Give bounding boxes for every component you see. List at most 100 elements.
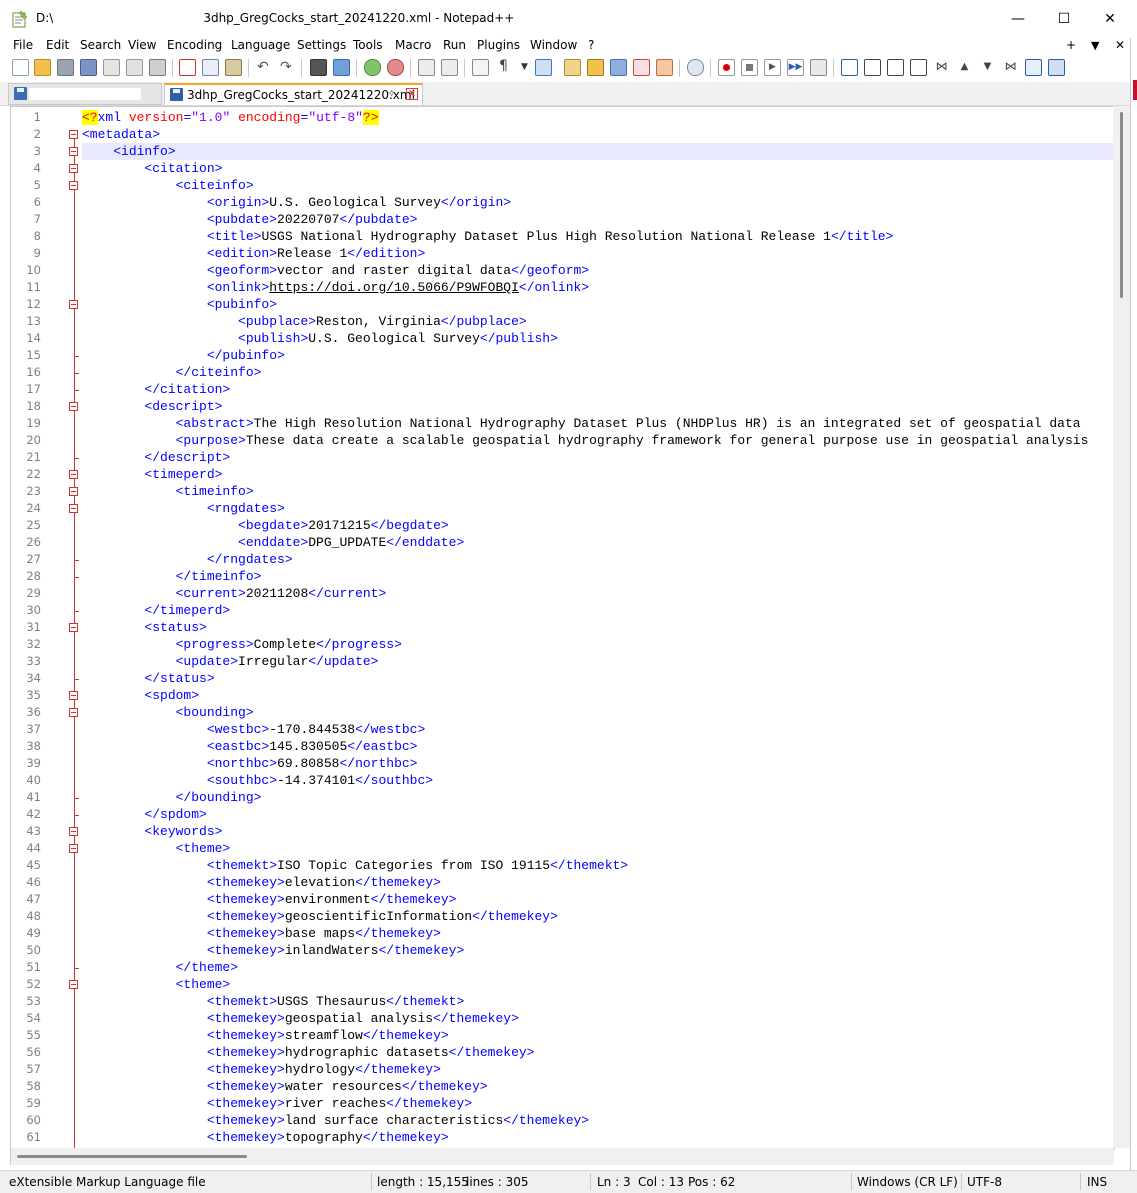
code-line[interactable]: <keywords>: [82, 823, 1114, 840]
menu-tools[interactable]: Tools: [353, 38, 383, 52]
plugin-tool-3-icon[interactable]: [887, 59, 904, 76]
plugin-tool-7-icon[interactable]: [1025, 59, 1042, 76]
code-line[interactable]: <theme>: [82, 840, 1114, 857]
code-line[interactable]: <themekey>streamflow</themekey>: [82, 1027, 1114, 1044]
code-line[interactable]: <themekey>river reaches</themekey>: [82, 1095, 1114, 1112]
copy-icon[interactable]: [202, 59, 219, 76]
menu-encoding[interactable]: Encoding: [167, 38, 222, 52]
horizontal-scroll-thumb[interactable]: [17, 1155, 247, 1158]
code-line[interactable]: </citeinfo>: [82, 364, 1114, 381]
print-icon[interactable]: [149, 59, 166, 76]
code-line[interactable]: <spdom>: [82, 687, 1114, 704]
code-line[interactable]: <themekey>geospatial analysis</themekey>: [82, 1010, 1114, 1027]
menu-plugins[interactable]: Plugins: [477, 38, 520, 52]
menu-macro[interactable]: Macro: [395, 38, 431, 52]
code-line[interactable]: <edition>Release 1</edition>: [82, 245, 1114, 262]
code-line[interactable]: <westbc>-170.844538</westbc>: [82, 721, 1114, 738]
play-macro-icon[interactable]: ▶: [764, 59, 781, 76]
menu-file[interactable]: File: [13, 38, 33, 52]
save-macro-icon[interactable]: [810, 59, 827, 76]
code-line[interactable]: <timeinfo>: [82, 483, 1114, 500]
monitoring-icon[interactable]: [687, 59, 704, 76]
code-line[interactable]: </rngdates>: [82, 551, 1114, 568]
sync-horizontal-icon[interactable]: [441, 59, 458, 76]
code-editor[interactable]: 1 2 3 4 5 6 7 8 9 10 11 12 13 14 15 16 17 18 19 20 21 22 23 24 2…: [10, 106, 1115, 1150]
new-tab-button[interactable]: +: [1066, 38, 1076, 52]
code-line[interactable]: <enddate>DPG_UPDATE</enddate>: [82, 534, 1114, 551]
sync-vertical-icon[interactable]: [418, 59, 435, 76]
plugin-tool-5-icon[interactable]: ⋈: [933, 59, 950, 76]
code-line[interactable]: <rngdates>: [82, 500, 1114, 517]
code-line[interactable]: <pubinfo>: [82, 296, 1114, 313]
plugin-tool-6-icon[interactable]: ⋈: [1002, 59, 1019, 76]
record-macro-icon[interactable]: [718, 59, 735, 76]
close-document-button[interactable]: ✕: [1115, 38, 1125, 52]
fold-toggle-icon[interactable]: [69, 827, 78, 836]
show-all-characters-icon[interactable]: ¶: [495, 59, 512, 76]
code-line[interactable]: <pubdate>20220707</pubdate>: [82, 211, 1114, 228]
code-line[interactable]: <origin>U.S. Geological Survey</origin>: [82, 194, 1114, 211]
code-line[interactable]: <purpose>These data create a scalable ge…: [82, 432, 1114, 449]
menu-settings[interactable]: Settings: [297, 38, 346, 52]
maximize-button[interactable]: ☐: [1041, 0, 1087, 38]
code-line[interactable]: <themekt>USGS Thesaurus</themekt>: [82, 993, 1114, 1010]
move-down-icon[interactable]: ▼: [979, 59, 996, 76]
code-line[interactable]: <timeperd>: [82, 466, 1114, 483]
code-line[interactable]: </status>: [82, 670, 1114, 687]
code-line[interactable]: </citation>: [82, 381, 1114, 398]
code-line[interactable]: <themekey>elevation</themekey>: [82, 874, 1114, 891]
close-tab-icon[interactable]: x: [406, 88, 418, 100]
plugin-tool-8-icon[interactable]: [1048, 59, 1065, 76]
code-line[interactable]: <pubplace>Reston, Virginia</pubplace>: [82, 313, 1114, 330]
code-text-area[interactable]: <?xml version="1.0" encoding="utf-8"?> <m…: [82, 107, 1114, 1149]
tab-list-dropdown[interactable]: ▼: [1091, 39, 1099, 52]
code-line[interactable]: <status>: [82, 619, 1114, 636]
fold-toggle-icon[interactable]: [69, 147, 78, 156]
document-map-icon[interactable]: [587, 59, 604, 76]
undo-icon[interactable]: ↶: [256, 59, 273, 76]
menu-language[interactable]: Language: [231, 38, 290, 52]
menu-help[interactable]: ?: [588, 38, 594, 52]
run-macro-multiple-icon[interactable]: ▶▶: [787, 59, 804, 76]
save-icon[interactable]: [57, 59, 74, 76]
menu-window[interactable]: Window: [530, 38, 577, 52]
plugin-tool-2-icon[interactable]: [864, 59, 881, 76]
code-line[interactable]: <descript>: [82, 398, 1114, 415]
function-list-icon[interactable]: [633, 59, 650, 76]
code-line[interactable]: <publish>U.S. Geological Survey</publish…: [82, 330, 1114, 347]
find-icon[interactable]: [310, 59, 327, 76]
folder-as-workspace-icon[interactable]: [656, 59, 673, 76]
code-line[interactable]: <themekey>land surface characteristics</…: [82, 1112, 1114, 1129]
close-file-icon[interactable]: [103, 59, 120, 76]
code-line[interactable]: <themekey>water resources</themekey>: [82, 1078, 1114, 1095]
zoom-in-icon[interactable]: [364, 59, 381, 76]
fold-toggle-icon[interactable]: [69, 708, 78, 717]
code-line[interactable]: </descript>: [82, 449, 1114, 466]
code-line[interactable]: <progress>Complete</progress>: [82, 636, 1114, 653]
code-line[interactable]: <themekey>topography</themekey>: [82, 1129, 1114, 1146]
menu-view[interactable]: View: [128, 38, 156, 52]
word-wrap-icon[interactable]: [472, 59, 489, 76]
vertical-scroll-thumb[interactable]: [1120, 112, 1123, 298]
code-line[interactable]: <theme>: [82, 976, 1114, 993]
code-line[interactable]: <title>USGS National Hydrography Dataset…: [82, 228, 1114, 245]
open-file-icon[interactable]: [34, 59, 51, 76]
code-line[interactable]: <themekt>ISO Topic Categories from ISO 1…: [82, 857, 1114, 874]
fold-toggle-icon[interactable]: [69, 487, 78, 496]
code-line[interactable]: <citation>: [82, 160, 1114, 177]
indent-guide-icon[interactable]: [535, 59, 552, 76]
code-line[interactable]: </timeinfo>: [82, 568, 1114, 585]
redo-icon[interactable]: ↷: [279, 59, 296, 76]
fold-toggle-icon[interactable]: [69, 980, 78, 989]
menu-run[interactable]: Run: [443, 38, 466, 52]
fold-toggle-icon[interactable]: [69, 181, 78, 190]
code-line[interactable]: <themekey>environment</themekey>: [82, 891, 1114, 908]
fold-toggle-icon[interactable]: [69, 300, 78, 309]
close-button[interactable]: ✕: [1087, 0, 1133, 38]
menu-edit[interactable]: Edit: [46, 38, 69, 52]
code-line[interactable]: <themekey>base maps</themekey>: [82, 925, 1114, 942]
user-defined-language-icon[interactable]: [564, 59, 581, 76]
tab-active-file[interactable]: 3dhp_GregCocks_start_20241220.xml ✧ x: [164, 83, 423, 105]
pin-icon[interactable]: ✧: [387, 87, 396, 100]
code-line[interactable]: <geoform>vector and raster digital data<…: [82, 262, 1114, 279]
